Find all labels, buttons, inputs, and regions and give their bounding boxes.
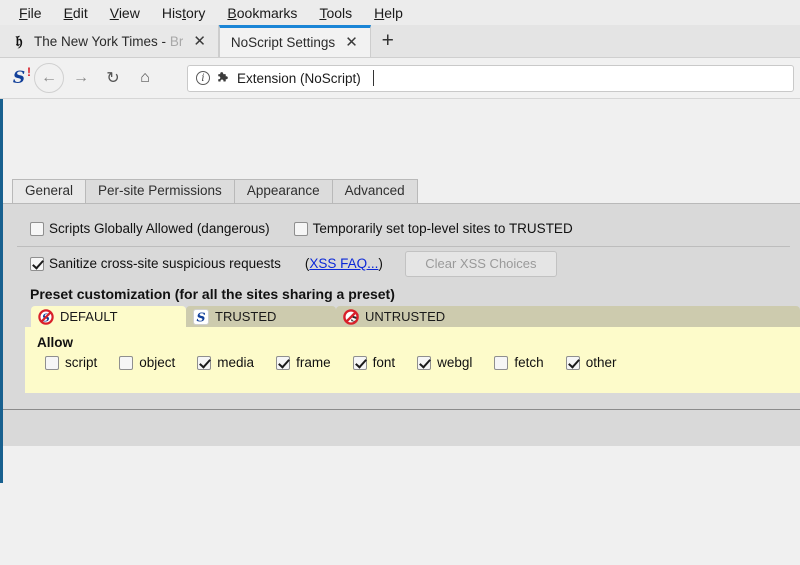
checkbox-scripts-globally-allowed[interactable]: [30, 221, 44, 236]
browser-tab-title-overflow: Br: [169, 33, 184, 49]
options-tab-label: Appearance: [246, 183, 320, 198]
options-tab-label: General: [25, 183, 74, 198]
preset-capabilities-panel: Allow script object media frame font webgl fet…: [25, 327, 800, 393]
capability-label-font: font: [372, 355, 396, 370]
xss-faq-close-paren: ): [378, 256, 383, 271]
checkbox-fetch[interactable]: [494, 355, 509, 370]
checkbox-other[interactable]: [565, 355, 580, 370]
capability-webgl[interactable]: webgl: [417, 355, 472, 370]
allow-heading: Allow: [37, 335, 73, 350]
noscript-untrusted-icon: S: [343, 308, 359, 325]
capability-label-fetch: fetch: [514, 355, 544, 370]
home-button[interactable]: ⌂: [130, 63, 160, 93]
menu-item-help[interactable]: Help: [363, 3, 414, 23]
capability-label-media: media: [217, 355, 255, 370]
options-tab-advanced[interactable]: Advanced: [331, 179, 418, 203]
checkbox-object[interactable]: [119, 355, 134, 370]
panel-bottom-spacer: [3, 393, 800, 410]
puzzle-piece-icon: [216, 71, 231, 86]
xss-row: Sanitize cross-site suspicious requests …: [3, 247, 800, 280]
checkbox-sanitize-cross-site[interactable]: [30, 256, 44, 271]
page-top-spacer: [3, 99, 800, 179]
menu-item-bookmarks[interactable]: Bookmarks: [216, 3, 308, 23]
nyt-favicon-icon: 𝔥: [15, 32, 23, 50]
global-toggles-row: Scripts Globally Allowed (dangerous) Tem…: [3, 212, 800, 245]
menu-item-history[interactable]: History: [151, 3, 217, 23]
options-tab-general[interactable]: General: [12, 179, 87, 203]
noscript-logo-exclamation: !: [27, 65, 31, 79]
preset-tab-label: UNTRUSTED: [365, 309, 446, 324]
menu-item-file[interactable]: File: [8, 3, 53, 23]
preset-tab-default[interactable]: S DEFAULT: [31, 306, 186, 327]
capability-label-other: other: [585, 355, 617, 370]
back-button[interactable]: ←: [34, 63, 64, 93]
checkbox-media[interactable]: [197, 355, 212, 370]
browser-tab-strip: 𝔥 The New York Times - Br ✕ NoScript Set…: [0, 25, 800, 58]
capability-other[interactable]: other: [565, 355, 617, 370]
options-general-panel: Scripts Globally Allowed (dangerous) Tem…: [3, 203, 800, 446]
clear-xss-choices-button[interactable]: Clear XSS Choices: [404, 250, 557, 277]
checkbox-font[interactable]: [352, 355, 367, 370]
checkbox-frame[interactable]: [276, 355, 291, 370]
close-icon[interactable]: ✕: [190, 34, 209, 49]
capability-script[interactable]: script: [45, 355, 97, 370]
preset-tab-strip: S DEFAULT S TRUSTED S: [3, 306, 800, 327]
info-icon[interactable]: i: [196, 71, 210, 85]
options-tab-row: General Per-site Permissions Appearance Adv…: [3, 179, 800, 203]
preset-tab-label: DEFAULT: [60, 309, 118, 324]
page-bottom-area: [3, 446, 800, 565]
close-icon[interactable]: ✕: [342, 35, 361, 50]
capability-label-frame: frame: [296, 355, 331, 370]
address-bar-value: Extension (NoScript): [237, 70, 361, 86]
checkbox-script[interactable]: [45, 355, 59, 370]
capability-checkbox-row: script object media frame font webgl fetch othe…: [25, 355, 800, 370]
browser-tab-noscript-settings[interactable]: NoScript Settings ✕: [218, 25, 371, 57]
xss-faq-link[interactable]: XSS FAQ...: [309, 256, 378, 271]
label-scripts-globally-allowed[interactable]: Scripts Globally Allowed (dangerous): [49, 221, 270, 236]
options-tab-label: Advanced: [344, 183, 405, 198]
reload-button[interactable]: ↻: [98, 63, 128, 93]
capability-font[interactable]: font: [352, 355, 396, 370]
navigation-toolbar: S ! ← → ↻ ⌂ i Extension (NoScript): [0, 58, 800, 99]
preset-tab-label: TRUSTED: [215, 309, 277, 324]
menu-bar: File Edit View History Bookmarks Tools Help: [0, 0, 800, 25]
svg-text:S: S: [196, 309, 205, 324]
checkbox-temporarily-trusted[interactable]: [293, 221, 308, 236]
preset-tab-trusted[interactable]: S TRUSTED: [186, 306, 336, 327]
menu-item-view[interactable]: View: [99, 3, 151, 23]
options-tab-per-site-permissions[interactable]: Per-site Permissions: [85, 179, 235, 203]
label-temporarily-trusted[interactable]: Temporarily set top-level sites to TRUST…: [313, 221, 573, 236]
capability-label-object: object: [139, 355, 176, 370]
capability-label-webgl: webgl: [437, 355, 473, 370]
menu-item-edit[interactable]: Edit: [53, 3, 99, 23]
browser-tab-title: NoScript Settings: [230, 35, 336, 50]
preset-tab-untrusted[interactable]: S UNTRUSTED: [336, 306, 800, 327]
capability-frame[interactable]: frame: [276, 355, 331, 370]
menu-item-tools[interactable]: Tools: [308, 3, 363, 23]
browser-tab-nyt[interactable]: 𝔥 The New York Times - Br ✕: [0, 25, 219, 57]
noscript-toolbar-icon[interactable]: S !: [6, 65, 32, 91]
options-tab-appearance[interactable]: Appearance: [233, 179, 333, 203]
noscript-trusted-icon: S: [193, 308, 209, 325]
forward-button[interactable]: →: [66, 63, 96, 93]
noscript-logo-letter: S: [12, 68, 26, 88]
capability-fetch[interactable]: fetch: [494, 355, 544, 370]
label-sanitize-cross-site[interactable]: Sanitize cross-site suspicious requests: [49, 256, 281, 271]
capability-media[interactable]: media: [197, 355, 254, 370]
noscript-options-page: General Per-site Permissions Appearance Adv…: [0, 99, 800, 565]
noscript-default-icon: S: [38, 308, 54, 325]
browser-tab-title: The New York Times - Br: [34, 33, 184, 49]
options-tab-label: Per-site Permissions: [98, 183, 222, 198]
capability-label-script: script: [65, 355, 98, 370]
address-bar[interactable]: i Extension (NoScript): [187, 64, 794, 92]
preset-customization-heading: Preset customization (for all the sites …: [30, 286, 395, 302]
capability-object[interactable]: object: [119, 355, 175, 370]
text-caret: [372, 70, 374, 86]
new-tab-button[interactable]: +: [371, 25, 405, 57]
checkbox-webgl[interactable]: [417, 355, 432, 370]
